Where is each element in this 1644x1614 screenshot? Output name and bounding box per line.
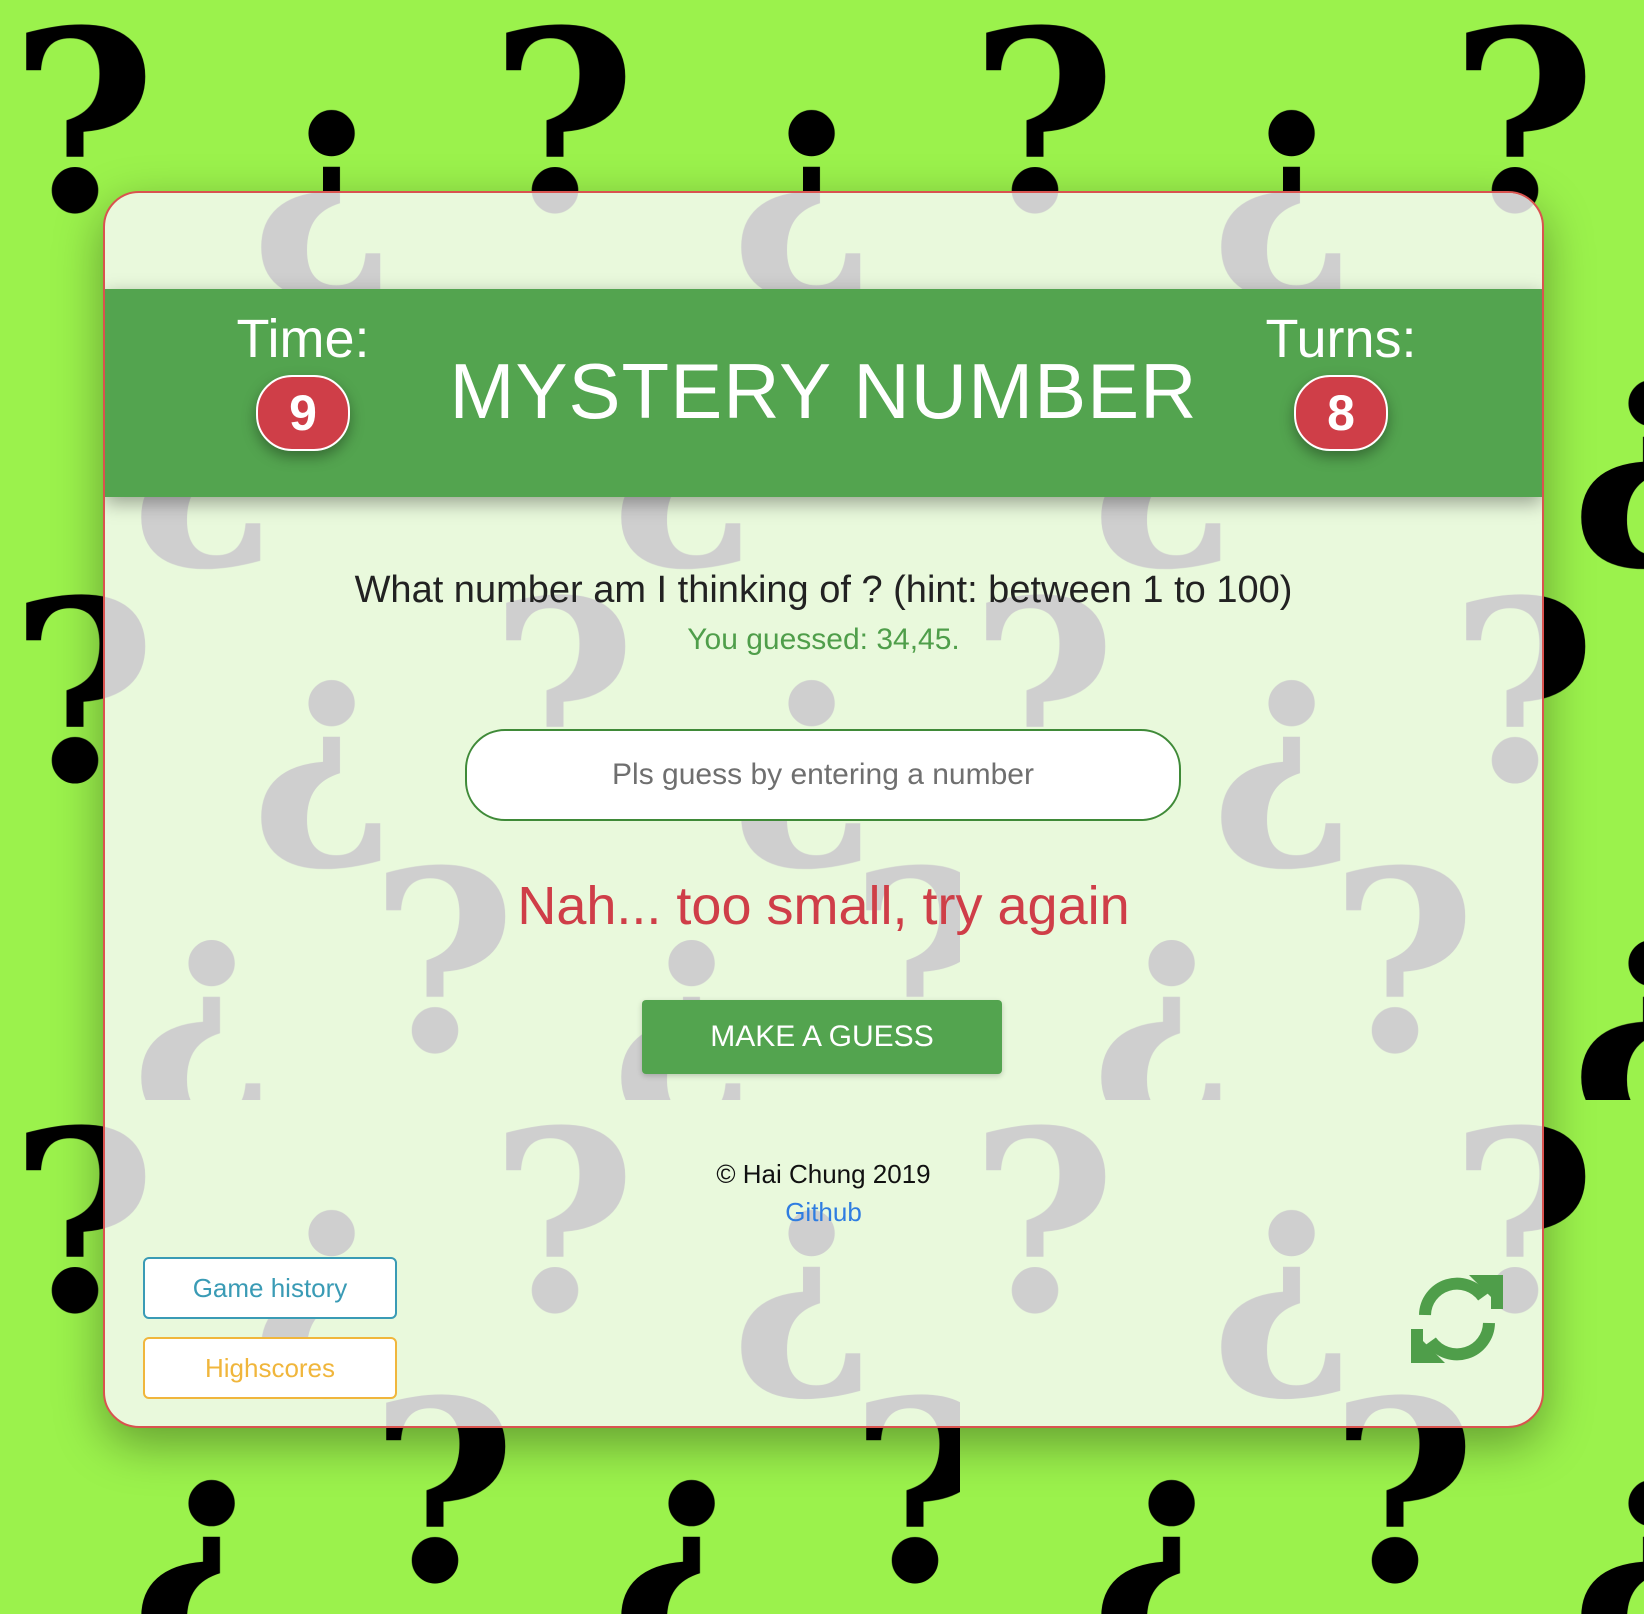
question-text: What number am I thinking of ? (hint: be… <box>354 569 1293 611</box>
github-link-container: Github <box>105 1197 1542 1228</box>
header-bar: Time: 9 MYSTERY NUMBER Turns: 8 <box>105 289 1542 497</box>
turns-badge: 8 <box>1294 375 1388 451</box>
turns-label: Turns: <box>1265 309 1417 369</box>
game-history-button[interactable]: Game history <box>143 1257 397 1319</box>
highscores-button[interactable]: Highscores <box>143 1337 397 1399</box>
make-guess-button[interactable]: MAKE A GUESS <box>642 1000 1002 1074</box>
turns-stat: Turns: 8 <box>1241 307 1441 451</box>
github-link[interactable]: Github <box>785 1197 862 1227</box>
refresh-icon[interactable] <box>1405 1267 1509 1371</box>
copyright-text: © Hai Chung 2019 <box>716 1159 931 1189</box>
game-card: Time: 9 MYSTERY NUMBER Turns: 8 What num… <box>103 191 1544 1428</box>
guess-input[interactable] <box>465 729 1181 821</box>
feedback-message: Nah... too small, try again <box>517 876 1130 936</box>
guessed-numbers-text: You guessed: 34,45. <box>687 623 960 656</box>
